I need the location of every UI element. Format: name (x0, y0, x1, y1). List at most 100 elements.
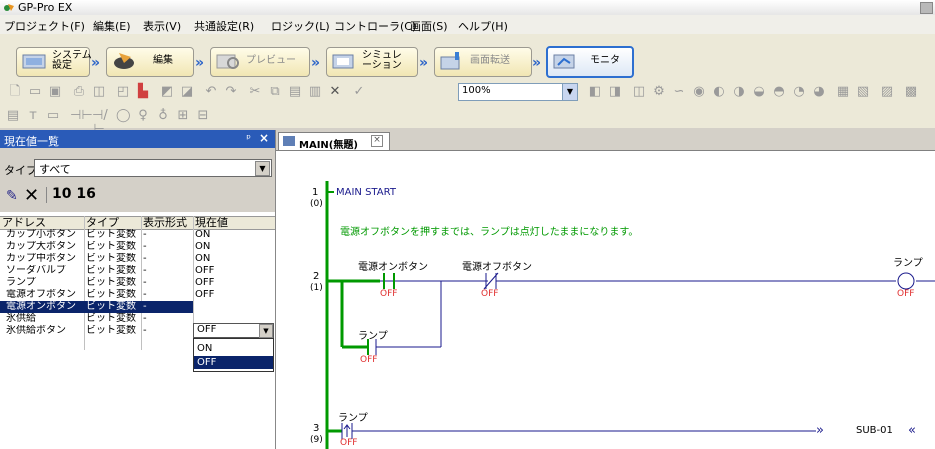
edit-button[interactable]: 編集 (106, 47, 194, 77)
tool-icon[interactable]: ▦ (836, 85, 850, 99)
coil-icon[interactable]: ◯ (116, 109, 131, 123)
table-row-selected[interactable]: 電源オンボタン ビット変数 - (0, 301, 193, 313)
menu-logic[interactable]: ロジック(L) (271, 18, 330, 34)
print-preview-icon[interactable]: ◫ (92, 85, 106, 99)
table-row[interactable]: カップ中ボタン ビット変数 - ON (0, 253, 275, 265)
cut-icon[interactable]: ✂ (248, 85, 262, 99)
check-icon[interactable]: ✓ (352, 85, 366, 99)
contact-a-icon[interactable]: ⊣⊢ (70, 109, 93, 123)
delete-icon[interactable]: ✕ (24, 185, 39, 206)
branch-contact-label[interactable]: ランプ (358, 327, 388, 342)
preview-button[interactable]: プレビュー (210, 47, 310, 77)
close-tab-icon[interactable]: × (371, 135, 383, 147)
paste-icon[interactable]: ▤ (288, 85, 302, 99)
undo-icon[interactable]: ↶ (204, 85, 218, 99)
close-icon[interactable]: × (259, 131, 269, 145)
tool-icon[interactable]: ◕ (812, 85, 826, 99)
monitor-button[interactable]: モニタ (546, 46, 634, 78)
tool-icon[interactable]: ▨ (880, 85, 894, 99)
zoom-select[interactable]: 100% ▼ (458, 83, 578, 101)
value-edit-select[interactable]: OFF ▼ (193, 323, 274, 338)
column-header-format[interactable]: 表示形式 (143, 217, 193, 229)
tool-icon[interactable]: ◒ (752, 85, 766, 99)
type-select[interactable]: すべて ▼ (34, 159, 272, 177)
tool-icon[interactable]: ▧ (856, 85, 870, 99)
tool-icon[interactable]: ⊞ (176, 109, 190, 123)
value-cell[interactable]: ON (195, 241, 273, 253)
minimize-button[interactable] (920, 2, 933, 14)
menu-help[interactable]: ヘルプ(H) (458, 18, 508, 34)
menu-edit[interactable]: 編集(E) (93, 18, 131, 34)
tool-icon[interactable]: ◨ (608, 85, 622, 99)
contact-off-label[interactable]: 電源オフボタン (462, 258, 532, 273)
import-icon[interactable]: ◩ (160, 85, 174, 99)
delete-icon[interactable]: ✕ (328, 85, 342, 99)
contact-on-label[interactable]: 電源オンボタン (358, 258, 428, 273)
tool-icon[interactable]: ◫ (632, 85, 646, 99)
table-row[interactable]: ランプ ビット変数 - OFF (0, 277, 275, 289)
rung3-contact-label[interactable]: ランプ (338, 409, 368, 424)
jump-target-label[interactable]: SUB-01 (856, 425, 893, 436)
chevron-down-icon[interactable]: ▼ (259, 324, 273, 338)
redo-icon[interactable]: ↷ (224, 85, 238, 99)
value-cell[interactable]: OFF (195, 289, 273, 301)
tool-icon[interactable]: ⊟ (196, 109, 210, 123)
chevron-down-icon[interactable]: ▼ (562, 84, 577, 100)
radix-toggle[interactable]: 10 16 (52, 186, 96, 202)
save-icon[interactable]: ▣ (48, 85, 62, 99)
print-icon[interactable]: ⎙ (72, 85, 86, 99)
open-icon[interactable]: ▭ (28, 85, 42, 99)
tab-main[interactable]: MAIN(無題) × (278, 132, 390, 151)
table-row[interactable]: カップ小ボタン ビット変数 - ON (0, 229, 275, 241)
tool-icon[interactable]: ♀ (136, 109, 150, 123)
tool-icon[interactable]: ∽ (672, 85, 686, 99)
tool-icon[interactable]: ⚙ (652, 85, 666, 99)
tool-icon[interactable]: ▭ (46, 109, 60, 123)
simulation-button[interactable]: シミュレ ーション (326, 47, 418, 77)
edit-pen-icon[interactable]: ✎ (6, 188, 18, 204)
column-header-type[interactable]: タイプ (86, 217, 140, 229)
paste-special-icon[interactable]: ▥ (308, 85, 322, 99)
menu-project[interactable]: プロジェクト(F) (4, 18, 85, 34)
dropdown-option-on[interactable]: ON (194, 342, 273, 355)
coil-label[interactable]: ランプ (893, 254, 923, 269)
column-header-address[interactable]: アドレス (2, 217, 80, 229)
tool-icon[interactable]: ♁ (156, 109, 170, 123)
ladder-editor[interactable]: 1 (0) MAIN START 電源オフボタンを押すまでは、ランプは点灯したま… (276, 151, 935, 449)
transfer-button[interactable]: 画面転送 (434, 47, 532, 77)
menu-common-settings[interactable]: 共通設定(R) (194, 18, 254, 34)
export-icon[interactable]: ◪ (180, 85, 194, 99)
value-cell[interactable]: ON (195, 229, 273, 241)
transfer-tool-icon[interactable]: ▙ (136, 85, 150, 99)
chevron-down-icon[interactable]: ▼ (255, 161, 270, 176)
tool-icon[interactable]: ◉ (692, 85, 706, 99)
table-row[interactable]: カップ大ボタン ビット変数 - ON (0, 241, 275, 253)
tool-icon[interactable]: ᴛ (26, 109, 40, 123)
new-file-icon[interactable]: 🗋 (8, 85, 22, 99)
menu-view[interactable]: 表示(V) (143, 18, 181, 34)
tool-icon[interactable]: ◐ (712, 85, 726, 99)
type-cell: ビット変数 (86, 313, 136, 324)
tool-icon[interactable]: ◧ (588, 85, 602, 99)
copy-icon[interactable]: ⧉ (268, 85, 282, 99)
tool-icon[interactable]: ◑ (732, 85, 746, 99)
column-header-value[interactable]: 現在値 (195, 217, 273, 229)
pin-icon[interactable]: ᵖ (246, 132, 251, 145)
value-cell[interactable]: OFF (195, 265, 273, 277)
table-row[interactable]: 電源オフボタン ビット変数 - OFF (0, 289, 275, 301)
menu-controller[interactable]: コントローラ(C) (334, 18, 416, 34)
tool-icon[interactable]: ◔ (792, 85, 806, 99)
system-settings-button[interactable]: システム 設定 (16, 47, 92, 77)
screen-icon[interactable]: ◰ (116, 85, 130, 99)
contact-b-icon[interactable]: ⊣/⊢ (92, 109, 108, 137)
tool-icon[interactable]: ▩ (904, 85, 918, 99)
value-cell[interactable]: ON (195, 253, 273, 265)
value-cell[interactable]: OFF (195, 277, 273, 289)
table-row[interactable]: ソーダバルブ ビット変数 - OFF (0, 265, 275, 277)
tool-icon[interactable]: ▤ (6, 109, 20, 123)
window-title: GP-Pro EX (18, 1, 73, 14)
dropdown-option-off[interactable]: OFF (194, 356, 273, 369)
tool-icon[interactable]: ◓ (772, 85, 786, 99)
menu-screen[interactable]: 画面(S) (410, 18, 448, 34)
jump-return-icon[interactable]: « (908, 423, 916, 438)
